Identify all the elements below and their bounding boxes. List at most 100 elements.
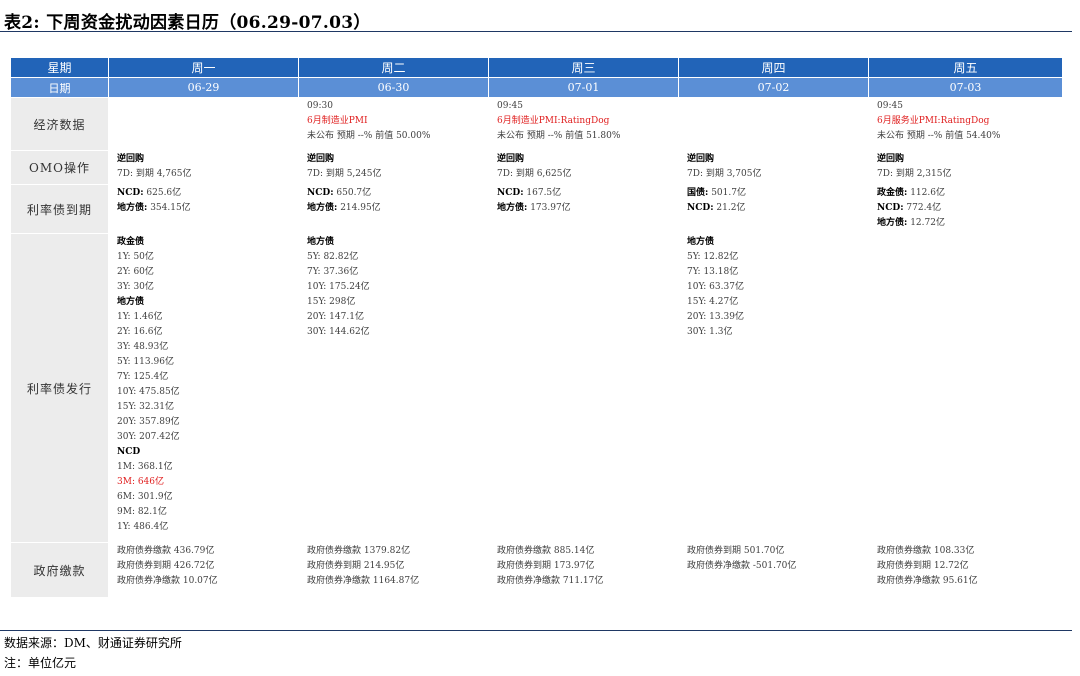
cell-line: 3Y: 30亿 xyxy=(117,280,290,295)
cell-line: 10Y: 63.37亿 xyxy=(687,280,860,295)
item-text: 政府债券缴款 885.14亿 xyxy=(497,546,595,556)
cell-line: 20Y: 13.39亿 xyxy=(687,310,860,325)
item-text: 未公布 预期 --% 前值 50.00% xyxy=(307,131,431,141)
cell-line: 15Y: 32.31亿 xyxy=(117,400,290,415)
cell-line: 地方债: 173.97亿 xyxy=(497,201,670,216)
cell-line: 地方债: 12.72亿 xyxy=(877,216,1054,231)
cell-line: 政府债券到期 426.72亿 xyxy=(117,559,290,574)
cell-omo-mon: 逆回购 7D: 到期 4,765亿 xyxy=(108,150,299,185)
item-text: 7D: 到期 4,765亿 xyxy=(117,169,192,179)
cell-line: 3M: 646亿 xyxy=(117,475,290,490)
cell-line: NCD: 625.6亿 xyxy=(117,186,290,201)
item-text: 20Y: 147.1亿 xyxy=(307,312,364,322)
cell-line: 9M: 82.1亿 xyxy=(117,505,290,520)
item-value: 501.7亿 xyxy=(708,188,746,198)
item-text: 5Y: 12.82亿 xyxy=(687,252,739,262)
data-source-note: 数据来源：DM、财通证券研究所 xyxy=(4,636,182,650)
item-value: 625.6亿 xyxy=(143,188,182,198)
cell-mature-mon: NCD: 625.6亿 地方债: 354.15亿 xyxy=(108,184,299,234)
cell-line: 3Y: 48.93亿 xyxy=(117,340,290,355)
row-label-mature: 利率债到期 xyxy=(10,184,109,234)
cell-line: 30Y: 144.62亿 xyxy=(307,325,480,340)
item-text: 09:45 xyxy=(497,101,523,111)
cell-line: 逆回购 xyxy=(497,152,670,167)
cell-line: 政金债 xyxy=(117,235,290,250)
cell-line: 09:45 xyxy=(497,99,670,114)
cell-line: 09:45 xyxy=(877,99,1054,114)
cell-mature-wed: NCD: 167.5亿 地方债: 173.97亿 xyxy=(488,184,679,234)
weekday-header-row: 星期 周一 周二 周三 周四 周五 xyxy=(10,57,1063,78)
cell-line: 6月服务业PMI:RatingDog xyxy=(877,114,1054,129)
footer-divider xyxy=(0,630,1072,631)
weekday-wed: 周三 xyxy=(488,57,679,78)
cell-omo-fri: 逆回购 7D: 到期 2,315亿 xyxy=(868,150,1063,185)
cell-line: 10Y: 175.24亿 xyxy=(307,280,480,295)
cell-line: 政金债: 112.6亿 xyxy=(877,186,1054,201)
item-text: 15Y: 4.27亿 xyxy=(687,297,739,307)
cell-mature-fri: 政金债: 112.6亿 NCD: 772.4亿 地方债: 12.72亿 xyxy=(868,184,1063,234)
cell-line: 30Y: 207.42亿 xyxy=(117,430,290,445)
cell-econ-tue: 09:30 6月制造业PMI 未公布 预期 --% 前值 50.00% xyxy=(298,97,489,151)
item-text: 09:30 xyxy=(307,101,333,111)
cell-line: 政府债券净缴款 711.17亿 xyxy=(497,574,670,589)
cell-line: 逆回购 xyxy=(687,152,860,167)
item-key: 逆回购 xyxy=(877,154,905,164)
item-text: 1Y: 486.4亿 xyxy=(117,522,169,532)
weekday-thu: 周四 xyxy=(678,57,869,78)
item-text: 20Y: 357.89亿 xyxy=(117,417,180,427)
cell-line: 7D: 到期 3,705亿 xyxy=(687,167,860,182)
item-text: 9M: 82.1亿 xyxy=(117,507,167,517)
item-text: 15Y: 298亿 xyxy=(307,297,356,307)
row-label-issue: 利率债发行 xyxy=(10,233,109,543)
item-value: 650.7亿 xyxy=(333,188,372,198)
highlighted-item: 6月制造业PMI:RatingDog xyxy=(497,116,610,126)
cell-line: 政府债券缴款 1379.82亿 xyxy=(307,544,480,559)
cell-line: 5Y: 113.96亿 xyxy=(117,355,290,370)
cell-line: 政府债券缴款 885.14亿 xyxy=(497,544,670,559)
cell-line: 政府债券净缴款 -501.70亿 xyxy=(687,559,860,574)
item-text: 政府债券到期 173.97亿 xyxy=(497,561,595,571)
item-value: 214.95亿 xyxy=(337,203,381,213)
item-key: 政金债 xyxy=(117,237,145,247)
item-text: 1M: 368.1亿 xyxy=(117,462,173,472)
item-text: 30Y: 1.3亿 xyxy=(687,327,733,337)
cell-fiscal-thu: 政府债券到期 501.70亿政府债券净缴款 -501.70亿 xyxy=(678,542,869,598)
cell-econ-thu xyxy=(678,97,869,151)
item-text: 15Y: 32.31亿 xyxy=(117,402,174,412)
item-text: 政府债券净缴款 95.61亿 xyxy=(877,576,978,586)
cell-line: 7D: 到期 6,625亿 xyxy=(497,167,670,182)
row-label-econ: 经济数据 xyxy=(10,97,109,151)
cell-line: 政府债券到期 501.70亿 xyxy=(687,544,860,559)
item-value: 12.72亿 xyxy=(907,218,945,228)
row-label-fiscal: 政府缴款 xyxy=(10,542,109,598)
cell-line: 政府债券净缴款 95.61亿 xyxy=(877,574,1054,589)
cell-line: 5Y: 82.82亿 xyxy=(307,250,480,265)
item-text: 20Y: 13.39亿 xyxy=(687,312,744,322)
item-key: 地方债: xyxy=(497,203,528,213)
cell-line: 7D: 到期 4,765亿 xyxy=(117,167,290,182)
item-text: 政府债券到期 214.95亿 xyxy=(307,561,405,571)
item-text: 5Y: 113.96亿 xyxy=(117,357,174,367)
item-text: 政府债券缴款 1379.82亿 xyxy=(307,546,411,556)
weekday-fri: 周五 xyxy=(868,57,1063,78)
cell-omo-thu: 逆回购 7D: 到期 3,705亿 xyxy=(678,150,869,185)
item-text: 政府债券到期 426.72亿 xyxy=(117,561,215,571)
item-key: NCD: xyxy=(687,203,714,213)
item-text: 政府债券净缴款 -501.70亿 xyxy=(687,561,797,571)
item-text: 7D: 到期 2,315亿 xyxy=(877,169,952,179)
cell-fiscal-tue: 政府债券缴款 1379.82亿 政府债券到期 214.95亿 政府债券净缴款 116… xyxy=(298,542,489,598)
row-fiscal: 政府缴款 政府债券缴款 436.79亿 政府债券到期 426.72亿 政府债券净缴款… xyxy=(10,542,1063,598)
cell-line: 7D: 到期 2,315亿 xyxy=(877,167,1054,182)
item-text: 政府债券到期 12.72亿 xyxy=(877,561,969,571)
item-key: NCD: xyxy=(497,188,524,198)
cell-issue-fri xyxy=(868,233,1063,543)
item-text: 政府债券净缴款 10.07亿 xyxy=(117,576,218,586)
cell-omo-wed: 逆回购 7D: 到期 6,625亿 xyxy=(488,150,679,185)
item-text: 3Y: 30亿 xyxy=(117,282,154,292)
item-text: 7Y: 37.36亿 xyxy=(307,267,359,277)
cell-line: 2Y: 16.6亿 xyxy=(117,325,290,340)
item-text: 未公布 预期 --% 前值 54.40% xyxy=(877,131,1001,141)
item-text: 09:45 xyxy=(877,101,903,111)
item-key: 逆回购 xyxy=(687,154,715,164)
cell-line: 20Y: 357.89亿 xyxy=(117,415,290,430)
